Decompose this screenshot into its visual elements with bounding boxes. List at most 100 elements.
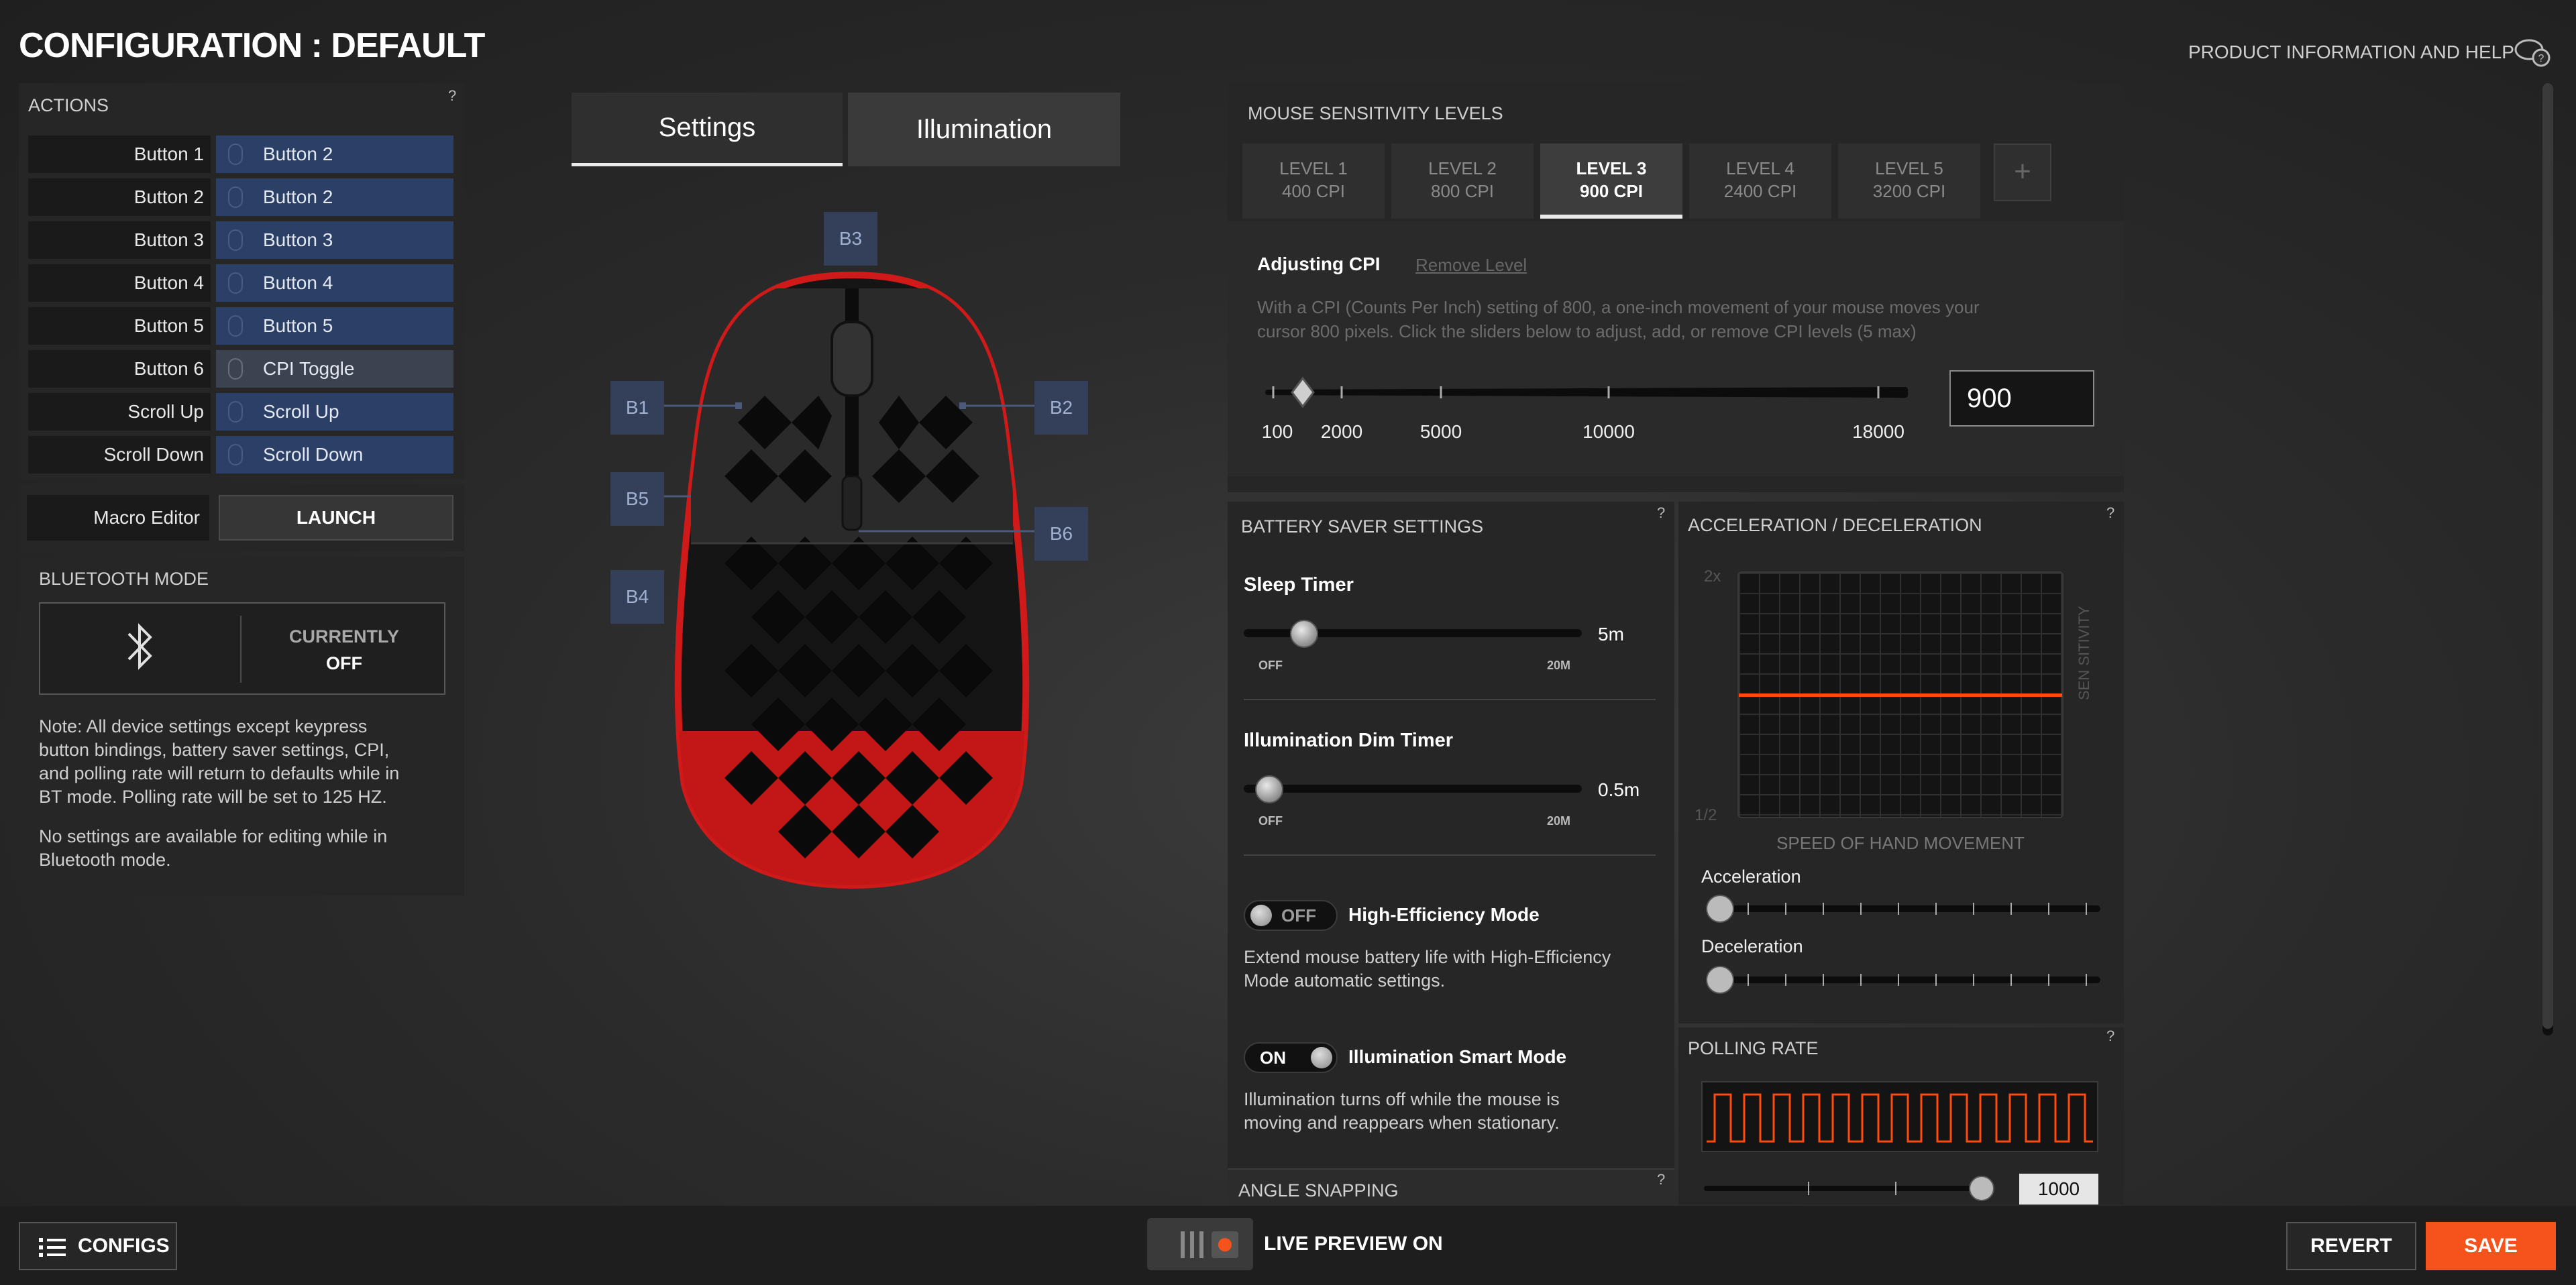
action-binding-button[interactable]: Scroll Down [216,436,453,473]
mouse-tag-b6[interactable]: B6 [1034,507,1088,561]
live-preview-label: LIVE PREVIEW ON [1264,1233,1443,1255]
mouse-tag-b3[interactable]: B3 [824,212,877,266]
mouse-tag-b2[interactable]: B2 [1034,381,1088,435]
add-level-button[interactable]: + [1994,144,2051,201]
actions-help-icon[interactable]: ? [448,87,456,105]
deceleration-slider[interactable] [1701,963,2104,997]
illum-dim-label: Illumination Dim Timer [1244,730,1454,751]
bluetooth-state: OFF [326,653,362,673]
action-row: Button 3 Button 3 [28,221,459,259]
bluetooth-toggle-box[interactable] [39,602,445,695]
mouse-tag-b5[interactable]: B5 [610,472,664,526]
acceleration-slider[interactable] [1701,892,2104,926]
revert-button[interactable]: REVERT [2286,1222,2416,1270]
configs-button[interactable]: CONFIGS [19,1222,177,1270]
cpi-tick-label: 18000 [1852,421,1904,442]
remove-level-link[interactable]: Remove Level [1415,255,1527,276]
sleep-timer-value: 5m [1598,624,1624,645]
action-name: Button 2 [28,178,211,216]
action-binding-label: Button 4 [263,272,333,293]
action-binding-button[interactable]: Button 2 [216,135,453,173]
action-binding-label: CPI Toggle [263,358,355,379]
cpi-tick-label: 10000 [1582,421,1635,442]
cpi-description: With a CPI (Counts Per Inch) setting of … [1257,297,1980,341]
cpi-level-3[interactable]: LEVEL 3 900 CPI [1540,144,1682,219]
acceleration-curve [1739,693,2062,697]
polling-rate-value[interactable]: 1000 [2019,1174,2098,1205]
battery-help-icon[interactable]: ? [1657,504,1665,522]
sleep-timer-label: Sleep Timer [1244,574,1354,596]
action-binding-button[interactable]: CPI Toggle [216,350,453,388]
sleep-timer-knob[interactable] [1290,620,1319,648]
tab-illumination[interactable]: Illumination [848,93,1120,166]
macro-editor-label: Macro Editor [27,495,209,541]
accel-y-max: 2x [1704,567,1721,585]
live-preview-indicator-icon [1181,1231,1238,1258]
mouse-tag-leaders [664,402,1034,533]
action-binding-button[interactable]: Button 5 [216,307,453,345]
mouse-tag-b1[interactable]: B1 [610,381,664,435]
accel-help-icon[interactable]: ? [2106,504,2114,522]
action-binding-button[interactable]: Button 2 [216,178,453,216]
live-preview-switch[interactable] [1147,1218,1253,1270]
cpi-slider[interactable] [1261,376,1919,409]
high-efficiency-toggle[interactable]: OFF [1244,900,1338,931]
illum-smart-toggle[interactable]: ON [1244,1042,1338,1073]
action-name: Button 1 [28,135,211,173]
illum-dim-track[interactable] [1244,785,1582,793]
illum-dim-knob[interactable] [1255,775,1284,803]
action-row: Scroll Down Scroll Down [28,436,459,473]
polling-help-icon[interactable]: ? [2106,1027,2114,1045]
toggle-state: ON [1260,1048,1286,1068]
sensitivity-title: MOUSE SENSITIVITY LEVELS [1248,103,1503,123]
polling-rate-waveform [1701,1081,2098,1152]
mouse-tag-b4[interactable]: B4 [610,570,664,624]
cpi-level-2[interactable]: LEVEL 2 800 CPI [1391,144,1534,219]
action-name: Scroll Down [28,436,211,473]
cpi-tick-label: 100 [1261,421,1293,442]
action-name: Button 3 [28,221,211,259]
svg-text:?: ? [2538,53,2544,64]
action-row: Button 6 CPI Toggle [28,350,459,388]
accel-y-min: 1/2 [1695,806,1717,824]
action-binding-label: Button 5 [263,315,333,336]
battery-title: BATTERY SAVER SETTINGS [1241,516,1484,537]
action-binding-label: Button 2 [263,186,333,207]
illum-smart-desc: Illumination turns off while the mouse i… [1244,1089,1560,1133]
save-button[interactable]: SAVE [2426,1222,2556,1270]
action-binding-label: Scroll Up [263,401,339,422]
angle-snapping-title: ANGLE SNAPPING [1238,1180,1399,1200]
illum-max-label: 20M [1547,814,1571,828]
mouse-button-icon [228,229,243,251]
chat-help-icon[interactable]: ? [2513,36,2553,70]
list-icon [39,1238,66,1257]
mouse-button-icon [228,315,243,337]
angle-help-icon[interactable]: ? [1657,1171,1665,1188]
adjusting-cpi-label: Adjusting CPI [1257,254,1381,274]
action-binding-button[interactable]: Button 3 [216,221,453,259]
action-name: Scroll Up [28,393,211,431]
actions-title: ACTIONS [28,95,109,115]
action-binding-label: Button 3 [263,229,333,250]
launch-macro-button[interactable]: LAUNCH [219,495,453,541]
cpi-value-input[interactable]: 900 [1949,370,2094,427]
polling-rate-slider[interactable] [1701,1175,1996,1202]
cpi-level-1[interactable]: LEVEL 1 400 CPI [1242,144,1385,219]
bluetooth-title: BLUETOOTH MODE [39,569,209,589]
bluetooth-icon [127,623,152,670]
deceleration-label: Deceleration [1701,936,1803,956]
action-row: Button 5 Button 5 [28,307,459,345]
tab-settings[interactable]: Settings [572,93,843,166]
sleep-max-label: 20M [1547,659,1571,672]
action-binding-button[interactable]: Scroll Up [216,393,453,431]
cpi-level-5[interactable]: LEVEL 5 3200 CPI [1838,144,1980,219]
cpi-tick-label: 2000 [1320,421,1363,442]
cpi-tick-label: 5000 [1419,421,1462,442]
cpi-level-4[interactable]: LEVEL 4 2400 CPI [1689,144,1831,219]
action-binding-button[interactable]: Button 4 [216,264,453,302]
action-row: Button 2 Button 2 [28,178,459,216]
scrollbar-thumb[interactable] [2542,83,2553,1029]
product-help-link[interactable]: PRODUCT INFORMATION AND HELP [2188,42,2514,63]
mouse-button-icon [228,444,243,465]
acceleration-label: Acceleration [1701,867,1801,887]
